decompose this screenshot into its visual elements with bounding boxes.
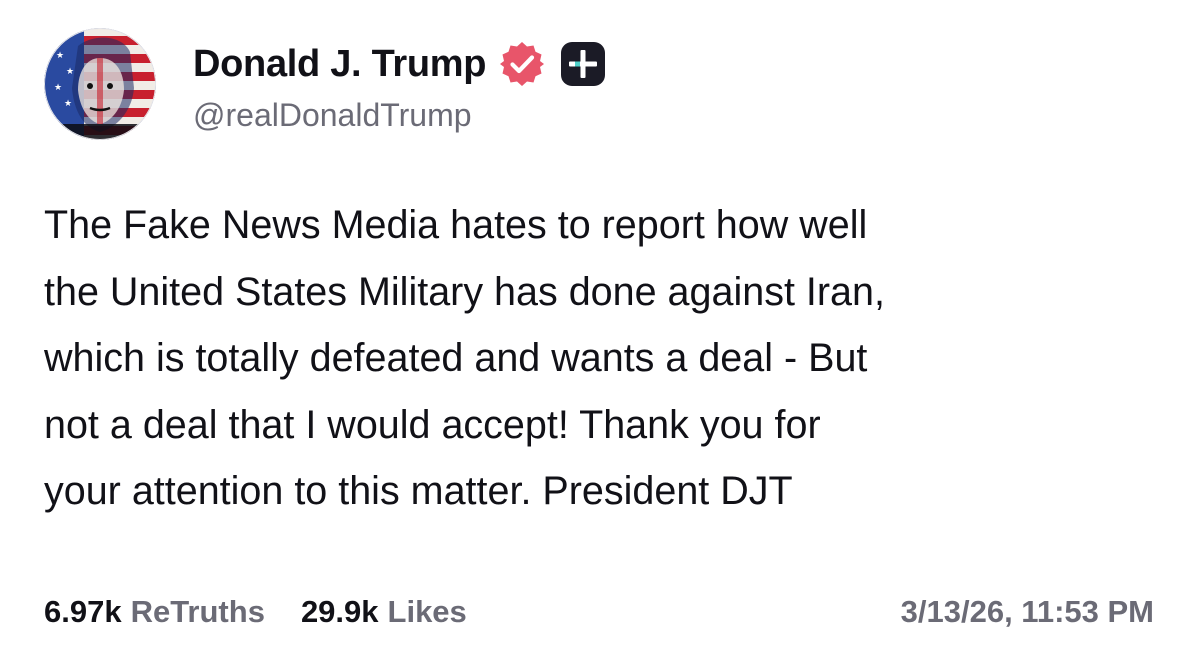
post-body-line: the United States Military has done agai… — [44, 269, 885, 314]
post-body-line: The Fake News Media hates to report how … — [44, 203, 868, 247]
profile-avatar[interactable]: ★ ★ ★ ★ — [44, 28, 156, 140]
retruths-count: 6.97k — [44, 594, 122, 629]
author-display-name[interactable]: Donald J. Trump — [193, 43, 487, 86]
svg-text:★: ★ — [66, 67, 74, 77]
post-timestamp[interactable]: 3/13/26, 11:53 PM — [901, 590, 1154, 634]
svg-text:★: ★ — [64, 99, 72, 109]
avatar-image: ★ ★ ★ ★ — [44, 28, 156, 140]
truth-post: ★ ★ ★ ★ Donald J. Trump @realDonaldTrump… — [0, 0, 1200, 654]
author-name-row: Donald J. Trump — [193, 38, 606, 90]
retruths-stat[interactable]: 6.97k ReTruths — [44, 594, 265, 630]
likes-label: Likes — [387, 594, 467, 629]
post-body: The Fake News Media hates to report how … — [44, 192, 1154, 525]
likes-stat[interactable]: 29.9k Likes — [301, 594, 467, 630]
post-body-line: your attention to this matter. President… — [44, 469, 793, 513]
verified-badge-icon — [498, 40, 546, 88]
likes-count: 29.9k — [300, 594, 379, 629]
author-handle[interactable]: @realDonaldTrump — [193, 97, 472, 134]
svg-text:★: ★ — [56, 51, 64, 61]
svg-text:★: ★ — [54, 83, 62, 93]
post-body-line: not a deal that I would accept! Thank yo… — [44, 402, 821, 447]
post-stats: 6.97k ReTruths 29.9k Likes — [44, 590, 467, 634]
truth-plus-badge-icon — [560, 41, 606, 87]
post-body-line: which is totally defeated and wants a de… — [44, 336, 868, 380]
retruths-label: ReTruths — [130, 594, 265, 629]
